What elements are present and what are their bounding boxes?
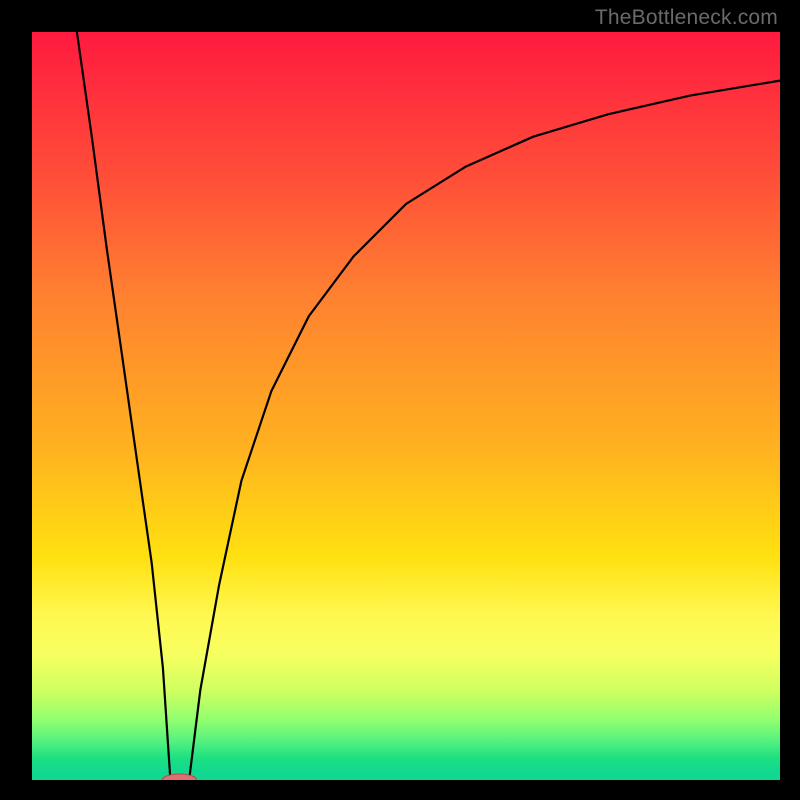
watermark-text: TheBottleneck.com: [595, 6, 778, 30]
plot-area: [32, 32, 780, 780]
min-marker: [162, 774, 196, 780]
chart-frame: TheBottleneck.com: [0, 0, 800, 800]
marker-group: [162, 774, 196, 780]
curve-layer: [32, 32, 780, 780]
curve-group: [77, 32, 780, 780]
series-left-branch: [77, 32, 170, 780]
series-right-branch: [189, 81, 780, 780]
